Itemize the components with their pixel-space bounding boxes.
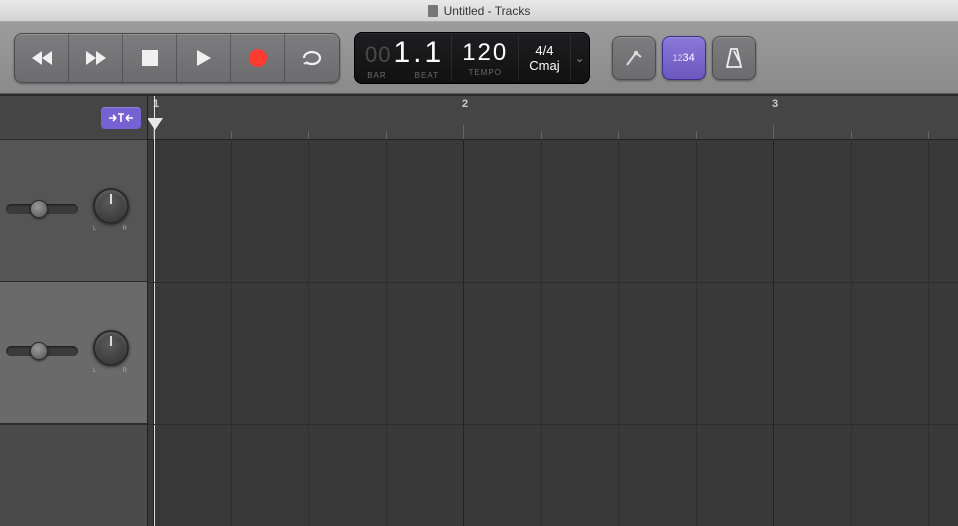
record-button[interactable] <box>231 34 285 82</box>
gridline <box>541 140 542 526</box>
workspace: LR LR 1 2 3 <box>0 94 958 526</box>
track-headers: LR LR <box>0 96 148 526</box>
pan-label: LR <box>93 368 129 374</box>
lcd-signature-key[interactable]: 4/4 Cmaj <box>519 35 570 81</box>
lcd-beat-label: BEAT <box>415 71 439 80</box>
lcd-tempo[interactable]: 120 TEMPO <box>452 35 519 81</box>
gridline <box>308 140 309 526</box>
track-lane-1[interactable] <box>148 140 958 282</box>
document-icon <box>428 5 438 17</box>
lcd-bar-label: BAR <box>367 71 386 80</box>
lcd-tempo-value: 120 <box>462 39 508 67</box>
play-button[interactable] <box>177 34 231 82</box>
extra-tools: 1234 <box>612 36 756 80</box>
catch-icon <box>108 112 134 124</box>
ruler-bar-3: 3 <box>772 98 778 110</box>
ruler-header <box>0 96 147 140</box>
count-in-button[interactable]: 1234 <box>662 36 706 80</box>
track-header-2[interactable]: LR <box>0 282 147 424</box>
gridline <box>928 140 929 526</box>
ruler-tick <box>696 131 697 139</box>
lcd-display[interactable]: 00 1 . 1 BAR BEAT 120 TEMPO 4/4 Cmaj ⌄ <box>354 32 590 84</box>
ruler-bar-2: 2 <box>462 98 468 110</box>
ruler-tick <box>308 131 309 139</box>
pan-knob[interactable] <box>93 188 129 224</box>
transport-controls <box>14 33 340 83</box>
gridline <box>773 140 774 526</box>
lane-divider <box>148 424 958 425</box>
lcd-dot: . <box>413 36 422 70</box>
ruler-tick <box>773 125 774 139</box>
gridline <box>153 140 154 526</box>
pan-label: LR <box>93 226 129 232</box>
gridline <box>851 140 852 526</box>
ruler-tick <box>618 131 619 139</box>
lcd-tempo-label: TEMPO <box>469 68 502 77</box>
metronome-button[interactable] <box>712 36 756 80</box>
track-header-1[interactable]: LR <box>0 140 147 282</box>
volume-thumb[interactable] <box>30 342 48 360</box>
lcd-beat-value: 1 <box>425 36 442 70</box>
pan-knob[interactable] <box>93 330 129 366</box>
track-lane-2[interactable] <box>148 282 958 424</box>
catch-playhead-button[interactable] <box>101 107 141 129</box>
arrange-grid[interactable] <box>148 140 958 526</box>
gridline <box>696 140 697 526</box>
lcd-bar-prefix: 00 <box>365 42 391 68</box>
lcd-position[interactable]: 00 1 . 1 BAR BEAT <box>355 35 452 81</box>
ruler-tick <box>386 131 387 139</box>
timeline[interactable]: 1 2 3 <box>148 96 958 526</box>
forward-button[interactable] <box>69 34 123 82</box>
window-title: Untitled - Tracks <box>444 4 531 18</box>
lcd-timesig: 4/4 <box>535 43 553 58</box>
lcd-mode-menu[interactable]: ⌄ <box>571 35 589 81</box>
gridline <box>231 140 232 526</box>
ruler-tick <box>541 131 542 139</box>
gridline <box>386 140 387 526</box>
cycle-button[interactable] <box>285 34 339 82</box>
count-in-icon: 1234 <box>672 52 694 64</box>
volume-slider[interactable] <box>6 346 78 356</box>
ruler-tick <box>851 131 852 139</box>
lcd-bar-value: 1 <box>393 36 411 70</box>
stop-button[interactable] <box>123 34 177 82</box>
lcd-key: Cmaj <box>529 58 559 73</box>
chevron-down-icon: ⌄ <box>575 51 585 65</box>
window-titlebar: Untitled - Tracks <box>0 0 958 22</box>
ruler-tick <box>928 131 929 139</box>
volume-thumb[interactable] <box>30 200 48 218</box>
ruler[interactable]: 1 2 3 <box>148 96 958 140</box>
gridline <box>463 140 464 526</box>
ruler-tick <box>231 131 232 139</box>
ruler-tick <box>463 125 464 139</box>
tuner-button[interactable] <box>612 36 656 80</box>
track-headers-empty <box>0 424 147 526</box>
volume-slider[interactable] <box>6 204 78 214</box>
toolbar: 00 1 . 1 BAR BEAT 120 TEMPO 4/4 Cmaj ⌄ <box>0 22 958 94</box>
rewind-button[interactable] <box>15 34 69 82</box>
gridline <box>618 140 619 526</box>
